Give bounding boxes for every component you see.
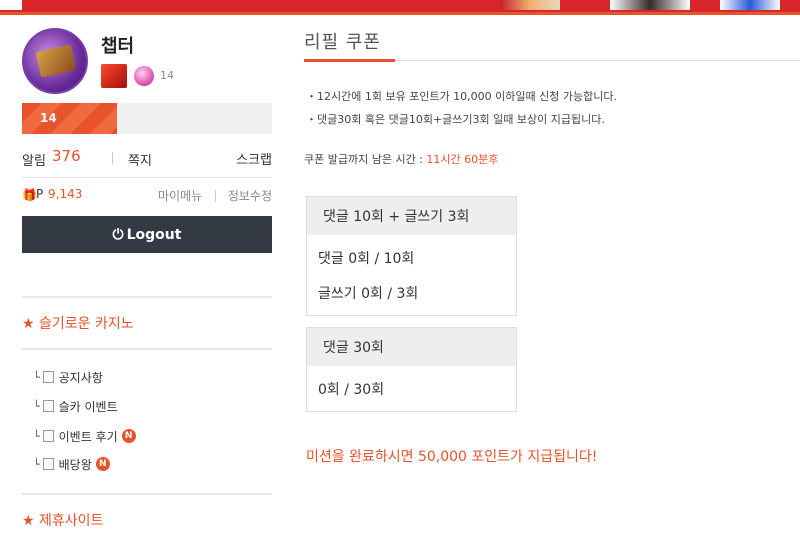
username: 챕터 [101,36,135,57]
document-icon [42,458,54,470]
gem-icon [134,66,154,86]
menu-item-label: 이벤트 후기 [58,429,118,444]
divider [22,296,272,298]
menu-item-label: 공지사항 [58,370,103,385]
power-icon: ⏻ [112,226,124,243]
tree-branch-icon: └ [33,370,40,384]
mission-progress-comments: 댓글 0회 / 10회 [318,250,415,267]
document-icon [42,371,54,383]
document-icon [42,430,54,442]
document-icon [42,400,54,412]
logout-label: Logout [126,226,182,243]
new-badge: N [95,457,110,471]
divider [22,177,272,178]
level-badge-icon [101,64,127,88]
tree-branch-icon: └ [33,457,40,471]
divider [112,152,113,164]
menu-item-event[interactable]: └ 슬카 이벤트 [33,397,118,415]
divider [22,493,272,495]
category-title[interactable]: ★ 슬기로운 카지노 [22,313,134,333]
avatar-book-image [35,44,77,78]
edit-info-link[interactable]: 정보수정 [228,187,272,204]
mission-box-comments-posts: 댓글 10회 + 글쓰기 3회 댓글 0회 / 10회 글쓰기 0회 / 3회 [306,196,517,316]
alerts-label[interactable]: 알림 [22,150,46,169]
mission-reward-text: 미션을 완료하시면 50,000 포인트가 지급됩니다! [306,449,598,465]
points-prefix: P [36,187,44,201]
coupon-countdown: 쿠폰 발급까지 남은 시간 : 11시간 60분후 [304,151,498,167]
countdown-value: 11시간 60분후 [426,153,499,166]
memo-link[interactable]: 쪽지 [128,150,152,169]
menu-item-dividend-king[interactable]: └ 배당왕 N [33,455,110,473]
alerts-row: 알림 376 쪽지 스크랩 [22,147,272,169]
info-line: ・12시간에 1회 보유 포인트가 10,000 이하일때 신청 가능합니다. [306,90,617,103]
menu-item-label: 슬카 이벤트 [58,399,118,414]
banner-gap [0,0,22,10]
menu-item-label: 배당왕 [58,457,92,472]
mission-progress-comments: 0회 / 30회 [318,381,385,398]
title-underline-accent [304,59,395,62]
scrap-link[interactable]: 스크랩 [236,149,272,168]
mission-box-header: 댓글 30회 [307,328,516,366]
menu-item-notice[interactable]: └ 공지사항 [33,368,103,386]
alerts-count[interactable]: 376 [52,147,81,165]
banner-image [720,0,780,10]
banner-image [610,0,690,10]
logout-button[interactable]: ⏻ Logout [22,216,272,253]
level-progress-fill [22,103,117,134]
menu-item-event-review[interactable]: └ 이벤트 후기 N [33,427,136,445]
mission-box-header: 댓글 10회 + 글쓰기 3회 [307,197,516,235]
tree-branch-icon: └ [33,429,40,443]
banner-image [500,0,560,10]
page-title: 리필 쿠폰 [304,32,381,53]
level-number: 14 [160,69,174,82]
my-menu-link[interactable]: 마이메뉴 [158,187,202,204]
top-banner [0,0,800,12]
gift-icon: 🎁 [22,188,37,202]
points-value: 9,143 [48,187,83,201]
countdown-label: 쿠폰 발급까지 남은 시간 : [304,153,427,166]
points-row: 🎁 P 9,143 마이메뉴 정보수정 [22,186,272,206]
divider [22,348,272,350]
level-progress-bar: 14 [22,103,272,134]
divider [215,190,216,202]
tree-branch-icon: └ [33,399,40,413]
new-badge: N [121,429,136,443]
partner-sites-title[interactable]: ★ 제휴사이트 [22,510,103,530]
mission-progress-posts: 글쓰기 0회 / 3회 [318,285,419,302]
level-progress-label: 14 [40,111,57,125]
avatar[interactable] [22,28,88,94]
mission-box-comments: 댓글 30회 0회 / 30회 [306,327,517,412]
top-rule [0,12,800,15]
info-line: ・댓글30회 혹은 댓글10회+글쓰기3회 일때 보상이 지급됩니다. [306,113,605,126]
